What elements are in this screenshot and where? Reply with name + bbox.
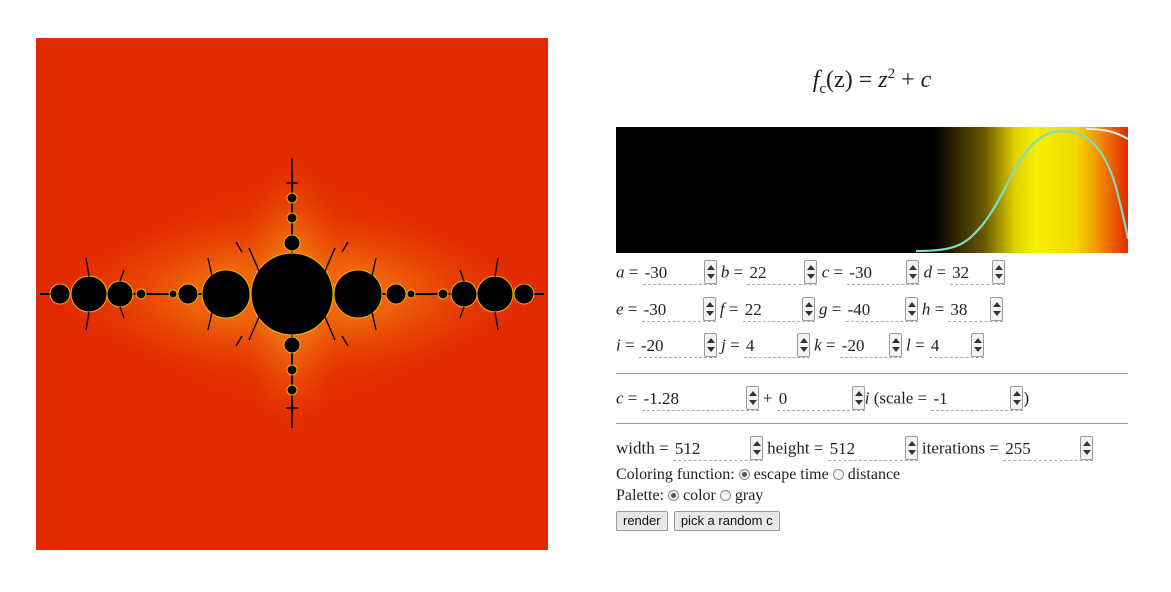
spin-arrows-icon[interactable] [745,386,759,410]
width-label: width = [616,438,669,458]
height-field[interactable] [827,436,918,461]
spin-arrows-icon[interactable] [796,333,810,357]
spin-arrows-icon[interactable] [1080,436,1094,460]
coef-f-field[interactable] [742,297,815,322]
radio-escape-time[interactable] [738,469,750,480]
coefficients-row-3: i = j = k = l = [616,333,984,358]
spin-arrows-icon[interactable] [904,297,918,321]
coef-b-field[interactable] [747,260,818,285]
radio-distance-label[interactable]: distance [848,466,900,483]
spin-arrows-icon[interactable] [801,297,815,321]
coef-e-field[interactable] [641,297,716,322]
divider [616,423,1128,424]
radio-gray[interactable] [719,490,731,501]
coefficients-row-1: a = b = c = d = [616,260,1006,285]
c-imag-field[interactable] [776,386,865,411]
coloring-function-row: Coloring function: escape time distance [616,466,900,484]
radio-color[interactable] [667,490,679,501]
coef-i-field[interactable] [638,333,717,358]
coef-label-l: l [906,335,911,355]
imag-unit: i [864,388,870,408]
coef-c-field[interactable] [847,260,920,285]
coefficients-row-2: e = f = g = h = [616,297,1004,322]
render-settings-row: width = height = iterations = [616,436,1094,461]
render-button[interactable]: render [616,511,668,531]
spin-arrows-icon[interactable] [851,386,865,410]
fractal-canvas [36,38,548,550]
coef-d-field[interactable] [950,260,1006,285]
coef-label-j: j [721,335,726,355]
spin-arrows-icon[interactable] [702,297,716,321]
width-field[interactable] [672,436,763,461]
radio-distance[interactable] [832,469,844,480]
coef-h-field[interactable] [948,297,1004,322]
coef-j-field[interactable] [743,333,810,358]
spin-arrows-icon[interactable] [703,333,717,357]
spin-arrows-icon[interactable] [906,260,920,284]
coloring-label: Coloring function: [616,466,735,483]
formula: fc(z) = z2 + c [812,66,932,97]
coef-g-field[interactable] [845,297,918,322]
iterations-label: iterations = [921,438,1000,458]
spin-arrows-icon[interactable] [749,436,763,460]
radio-gray-label[interactable]: gray [735,487,763,504]
coef-label-c: c [821,262,830,282]
spin-arrows-icon[interactable] [992,260,1006,284]
coef-label-f: f [719,299,725,319]
iterations-field[interactable] [1003,436,1094,461]
spin-arrows-icon[interactable] [888,333,902,357]
coef-label-h: h [921,299,931,319]
button-row: render pick a random c [616,510,780,531]
spin-arrows-icon[interactable] [1010,386,1024,410]
coef-label-i: i [616,335,621,355]
spin-arrows-icon[interactable] [703,260,717,284]
coef-label-b: b [720,262,730,282]
c-real-input[interactable] [641,388,759,410]
scale-field[interactable] [931,386,1024,411]
spin-arrows-icon[interactable] [804,260,818,284]
spin-arrows-icon[interactable] [904,436,918,460]
height-label: height = [767,438,824,458]
coef-label-k: k [814,335,822,355]
c-real-field[interactable] [641,386,759,411]
radio-escape-time-label[interactable]: escape time [754,466,829,483]
c-label: c [616,388,624,408]
palette-label: Palette: [616,487,664,504]
coef-label-d: d [923,262,933,282]
c-parameter-row: c = + i (scale = ) [616,386,1030,411]
coef-label-a: a [616,262,625,282]
random-c-button[interactable]: pick a random c [673,511,780,531]
plus-sign: + [762,388,773,408]
divider [616,373,1128,374]
coef-k-field[interactable] [839,333,902,358]
scale-close: ) [1023,388,1030,408]
coef-label-e: e [616,299,624,319]
scale-label: (scale = [873,388,928,408]
coef-l-field[interactable] [928,333,984,358]
coef-label-g: g [818,299,828,319]
radio-color-label[interactable]: color [683,487,716,504]
coef-a-field[interactable] [642,260,717,285]
palette-preview [616,127,1128,253]
palette-row: Palette: color gray [616,487,763,505]
spin-arrows-icon[interactable] [990,297,1004,321]
spin-arrows-icon[interactable] [970,333,984,357]
